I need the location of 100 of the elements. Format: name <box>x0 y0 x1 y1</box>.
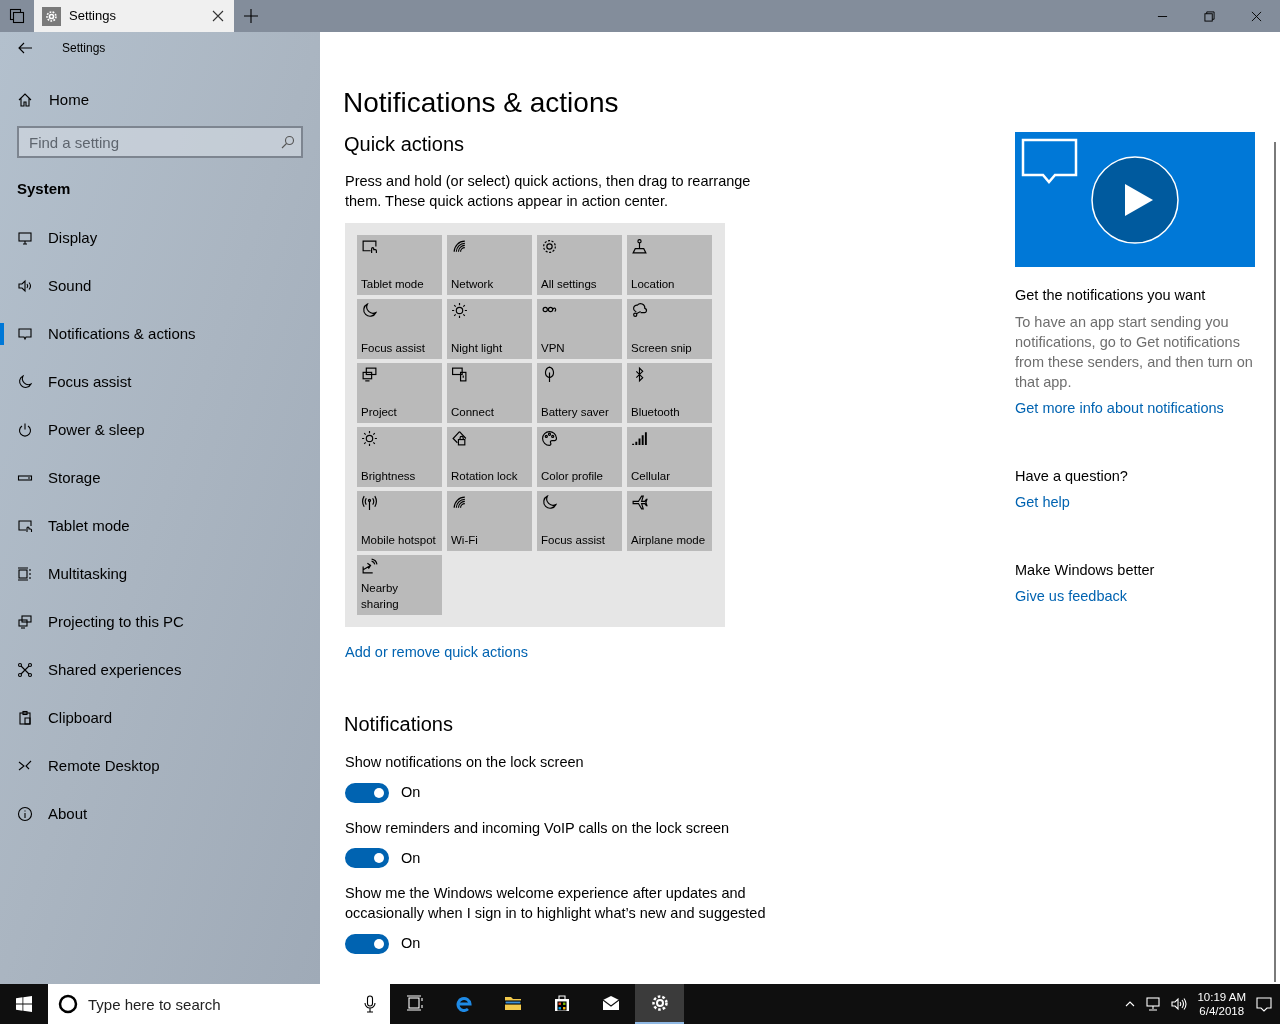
quick-action-tile[interactable]: Screen snip <box>627 299 712 359</box>
project-icon <box>17 614 33 630</box>
help-link[interactable]: Get help <box>1015 492 1070 512</box>
signal-bars-icon <box>631 430 648 447</box>
video-thumbnail[interactable] <box>1015 132 1255 267</box>
scrollbar[interactable] <box>1274 142 1276 982</box>
multitasking-icon <box>17 566 33 582</box>
sidebar-item[interactable]: Tablet mode <box>0 502 320 550</box>
quick-action-tile[interactable]: Wi-Fi <box>447 491 532 551</box>
airplane-icon <box>631 494 648 511</box>
sidebar-item[interactable]: Sound <box>0 262 320 310</box>
quick-action-tile[interactable]: Location <box>627 235 712 295</box>
sidebar-item[interactable]: Remote Desktop <box>0 742 320 790</box>
quick-action-tile[interactable]: Bluetooth <box>627 363 712 423</box>
location-person-icon <box>631 238 648 255</box>
quick-action-tile[interactable]: Battery saver <box>537 363 622 423</box>
notification-bubble-icon <box>1256 996 1272 1012</box>
sidebar-item[interactable]: Multitasking <box>0 550 320 598</box>
toggle-state: On <box>401 934 421 954</box>
quick-actions-link[interactable]: Add or remove quick actions <box>345 642 528 664</box>
quick-action-tile[interactable]: Rotation lock <box>447 427 532 487</box>
sidebar-item[interactable]: Focus assist <box>0 358 320 406</box>
sidebar-item[interactable]: Storage <box>0 454 320 502</box>
quick-action-tile[interactable]: Brightness <box>357 427 442 487</box>
taskbar-search-field[interactable]: Type here to search <box>48 984 390 1024</box>
settings-tab[interactable]: Settings <box>34 0 234 32</box>
cortana-circle-icon <box>58 994 78 1014</box>
quick-action-tile[interactable]: Connect <box>447 363 532 423</box>
quick-action-tile[interactable]: Focus assist <box>357 299 442 359</box>
plus-icon <box>244 9 258 23</box>
quick-action-tile[interactable]: Night light <box>447 299 532 359</box>
description-text: Press and hold (or select) quick actions, then drag to rearrange them. These quick actions appear in action center. <box>345 172 752 211</box>
info-icon <box>17 806 33 822</box>
tablet-icon <box>361 238 378 255</box>
section-heading: Notifications <box>344 711 454 737</box>
home-link[interactable]: Home <box>0 76 320 124</box>
speaker-icon <box>17 278 33 294</box>
power-icon <box>17 422 33 438</box>
quick-action-tile[interactable]: Airplane mode <box>627 491 712 551</box>
sidebar-item[interactable]: About <box>0 790 320 838</box>
setting-label: Show notifications on the lock screen <box>345 752 585 772</box>
toggle-switch[interactable] <box>345 934 389 955</box>
aside-heading: Have a question? <box>1015 467 1129 486</box>
speaker-icon <box>1171 997 1188 1011</box>
quick-action-tile[interactable]: VPN <box>537 299 622 359</box>
toggle-switch[interactable] <box>345 848 389 869</box>
toggle-state: On <box>401 848 421 868</box>
folder-icon <box>503 994 522 1012</box>
antenna-icon <box>361 494 378 511</box>
monitor-icon <box>17 230 33 246</box>
home-icon <box>17 92 33 108</box>
clipboard-icon <box>17 710 33 726</box>
shared-nodes-icon <box>17 662 33 678</box>
help-link[interactable]: Give us feedback <box>1015 586 1128 606</box>
wifi-icon <box>451 494 468 511</box>
chevron-up-icon <box>1125 1000 1136 1008</box>
windows-logo-icon <box>16 996 32 1012</box>
sidebar-item[interactable]: Power & sleep <box>0 406 320 454</box>
sidebar-item[interactable]: Clipboard <box>0 694 320 742</box>
quick-action-tile[interactable]: Mobile hotspot <box>357 491 442 551</box>
microphone-icon <box>364 995 376 1013</box>
taskbar-app-button[interactable] <box>635 984 684 1024</box>
network-icon <box>1145 997 1162 1011</box>
speech-bubble-icon <box>17 326 33 342</box>
aside-heading: Make Windows better <box>1015 561 1156 580</box>
quick-action-tile[interactable]: Nearby sharing <box>357 555 442 615</box>
wifi-icon <box>451 238 468 255</box>
window-title: Settings <box>62 39 106 57</box>
tablet-icon <box>17 518 33 534</box>
section-heading: System <box>16 179 72 199</box>
quick-action-tile[interactable]: Project <box>357 363 442 423</box>
share-waves-icon <box>361 558 378 575</box>
sidebar-item[interactable]: Display <box>0 214 320 262</box>
toggle-switch[interactable] <box>345 782 389 803</box>
moon-icon <box>541 494 558 511</box>
setting-label: Show me the Windows welcome experience after updates and occasionally when I sign in to highlight what’s new and suggested <box>345 884 767 924</box>
browser-e-icon <box>454 994 473 1012</box>
quick-action-tile[interactable]: All settings <box>537 235 622 295</box>
quick-action-tile[interactable]: Network <box>447 235 532 295</box>
search-field[interactable]: Find a setting <box>17 126 303 158</box>
gear-icon <box>42 6 61 26</box>
sidebar-item[interactable]: Shared experiences <box>0 646 320 694</box>
clock-date: 6/4/2018 <box>1199 1004 1245 1018</box>
palette-icon <box>541 430 558 447</box>
quick-action-tile[interactable]: Color profile <box>537 427 622 487</box>
quick-action-tile[interactable]: Focus assist <box>537 491 622 551</box>
moon-icon <box>17 374 33 390</box>
task-view-icon <box>405 994 424 1012</box>
quick-action-tile[interactable]: Cellular <box>627 427 712 487</box>
toggle-state: On <box>401 782 421 802</box>
section-heading: Quick actions <box>344 132 466 157</box>
sun-icon <box>361 430 378 447</box>
help-link[interactable]: Get more info about notifications <box>1015 398 1224 418</box>
close-icon[interactable] <box>212 10 224 22</box>
aside-heading: Get the notifications you want <box>1015 286 1207 305</box>
project-icon <box>361 366 378 383</box>
sidebar-item[interactable]: Notifications & actions <box>0 310 320 358</box>
sidebar-item[interactable]: Projecting to this PC <box>0 598 320 646</box>
quick-action-tile[interactable]: Tablet mode <box>357 235 442 295</box>
search-icon <box>281 135 295 149</box>
